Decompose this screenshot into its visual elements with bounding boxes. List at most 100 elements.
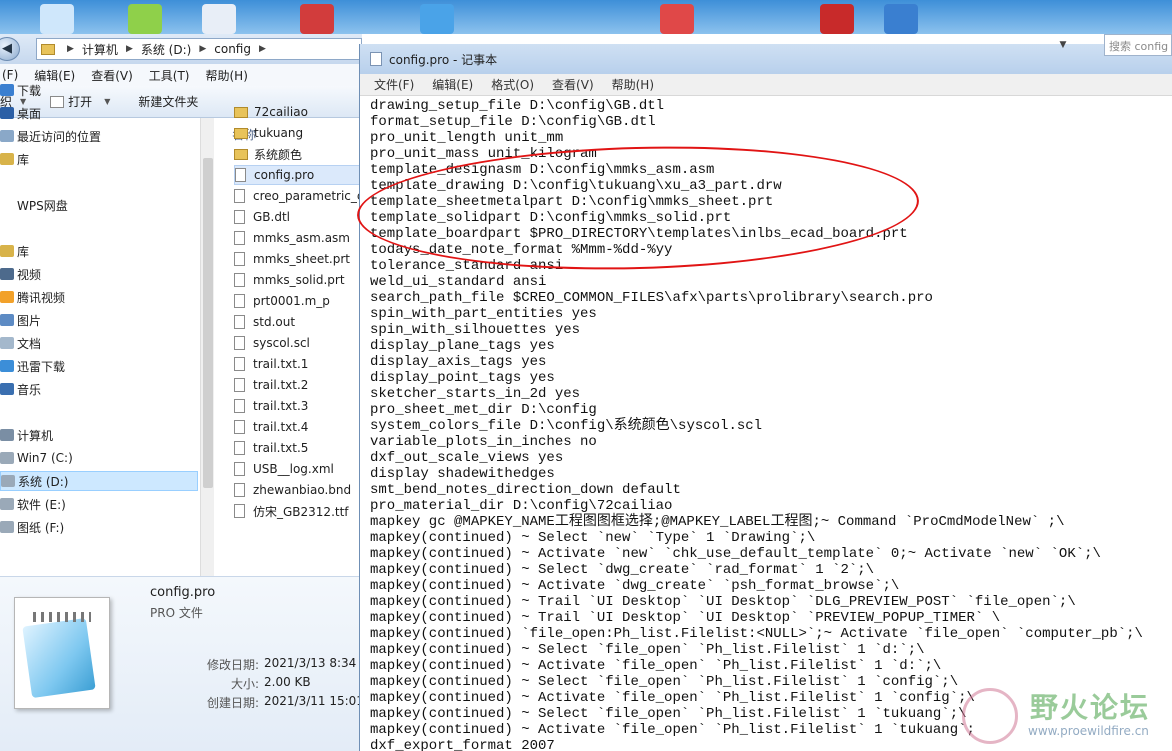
notepad-icon <box>370 52 382 66</box>
nav-item[interactable]: 文档 <box>0 333 41 353</box>
text-line: tolerance_standard ansi <box>370 258 564 274</box>
nav-item[interactable]: 最近访问的位置 <box>0 126 101 146</box>
open-button[interactable]: 打开 <box>68 93 92 110</box>
menu-format[interactable]: 格式(O) <box>491 76 534 93</box>
scrollbar-thumb[interactable] <box>203 158 213 488</box>
desktop-shortcut-icon[interactable] <box>884 4 918 34</box>
desktop-shortcut-icon[interactable] <box>820 4 854 34</box>
chevron-down-icon[interactable]: ▼ <box>104 97 110 106</box>
nav-item[interactable]: 腾讯视频 <box>0 287 65 307</box>
file-row[interactable]: USB__log.xml <box>234 459 362 479</box>
drive-icon <box>0 452 14 464</box>
text-line: search_path_file $CREO_COMMON_FILES\afx\… <box>370 290 933 306</box>
file-row[interactable]: zhewanbiao.bnd <box>234 480 362 500</box>
nav-item-label: 图片 <box>17 313 42 328</box>
address-bar[interactable]: ▶ 计算机 ▶ 系统 (D:) ▶ config ▶ <box>36 38 362 60</box>
chevron-right-icon[interactable]: ▶ <box>63 44 78 54</box>
file-row[interactable]: trail.txt.4 <box>234 417 362 437</box>
menu-view[interactable]: 查看(V) <box>91 67 133 84</box>
nav-item[interactable]: 系统 (D:) <box>0 471 198 491</box>
file-name: syscol.scl <box>253 336 310 350</box>
file-row[interactable]: mmks_sheet.prt <box>234 249 362 269</box>
file-row[interactable]: config.pro <box>234 165 362 185</box>
new-folder-button[interactable]: 新建文件夹 <box>138 93 198 110</box>
text-line: mapkey(continued) ~ Activate `file_open`… <box>370 722 975 738</box>
text-line: weld_ui_standard ansi <box>370 274 547 290</box>
file-name: tukuang <box>254 126 304 140</box>
file-row[interactable]: syscol.scl <box>234 333 362 353</box>
search-input[interactable]: 搜索 config <box>1104 34 1172 56</box>
breadcrumb-config[interactable]: config <box>210 42 255 56</box>
chevron-right-icon[interactable]: ▶ <box>122 44 137 54</box>
navigation-pane: 下载 桌面 最近访问的位置库 WPS网盘库视频 腾讯视频 图片 文档 迅雷下载 音乐 计算机 Win… <box>0 84 200 576</box>
folder-icon <box>234 148 248 160</box>
chevron-down-icon[interactable]: ▼ <box>1056 36 1070 54</box>
file-name: USB__log.xml <box>253 462 334 476</box>
nav-item[interactable]: Win7 (C:) <box>0 448 73 468</box>
back-button[interactable]: ◀ <box>0 37 20 61</box>
desktop-shortcut-icon[interactable] <box>300 4 334 34</box>
menu-help[interactable]: 帮助(H) <box>612 76 654 93</box>
recent-places-icon <box>0 130 14 142</box>
desktop-shortcut-icon[interactable] <box>128 4 162 34</box>
text-line: smt_bend_notes_direction_down default <box>370 482 681 498</box>
file-list: 名称 72cailiaotukuang系统颜色config.procreo_pa… <box>214 105 362 576</box>
text-line: spin_with_silhouettes yes <box>370 322 581 338</box>
nav-item[interactable]: 图片 <box>0 310 41 330</box>
file-icon <box>234 231 245 245</box>
breadcrumb-computer[interactable]: 计算机 <box>78 41 122 58</box>
nav-scrollbar[interactable] <box>200 118 214 576</box>
file-row[interactable]: 72cailiao <box>234 102 362 122</box>
file-icon <box>234 483 245 497</box>
file-icon <box>234 357 245 371</box>
nav-item[interactable]: 软件 (E:) <box>0 494 66 514</box>
details-created-label: 创建日期: <box>207 696 260 710</box>
nav-item[interactable]: 下载 <box>0 80 41 100</box>
menu-view[interactable]: 查看(V) <box>552 76 594 93</box>
text-line: pro_unit_length unit_mm <box>370 130 564 146</box>
nav-item[interactable]: WPS网盘 <box>0 195 68 215</box>
nav-item-label: 库 <box>17 244 30 259</box>
documents-icon <box>0 337 14 349</box>
chevron-right-icon[interactable]: ▶ <box>195 44 210 54</box>
file-name: trail.txt.5 <box>253 441 309 455</box>
desktop-shortcut-icon[interactable] <box>660 4 694 34</box>
nav-item[interactable]: 库 <box>0 241 29 261</box>
desktop-shortcut-icon[interactable] <box>202 4 236 34</box>
nav-item[interactable]: 桌面 <box>0 103 41 123</box>
nav-item[interactable]: 视频 <box>0 264 41 284</box>
file-row[interactable]: GB.dtl <box>234 207 362 227</box>
file-row[interactable]: trail.txt.2 <box>234 375 362 395</box>
text-editor[interactable]: drawing_setup_file D:\config\GB.dtl forma… <box>370 98 1170 751</box>
window-title: config.pro - 记事本 <box>389 52 498 67</box>
file-row[interactable]: prt0001.m_p <box>234 291 362 311</box>
desktop-shortcut-icon[interactable] <box>420 4 454 34</box>
nav-item[interactable]: 计算机 <box>0 425 53 445</box>
file-row[interactable]: mmks_asm.asm <box>234 228 362 248</box>
text-line: todays_date_note_format %Mmm-%dd-%yy <box>370 242 673 258</box>
details-size: 2.00 KB <box>264 675 311 689</box>
file-icon <box>234 378 245 392</box>
file-row[interactable]: trail.txt.3 <box>234 396 362 416</box>
desktop-shortcut-icon[interactable] <box>40 4 74 34</box>
menu-help[interactable]: 帮助(H) <box>206 67 248 84</box>
nav-item[interactable]: 迅雷下载 <box>0 356 65 376</box>
file-row[interactable]: 系统颜色 <box>234 144 362 164</box>
file-row[interactable]: creo_parametric_c <box>234 186 362 206</box>
file-row[interactable]: std.out <box>234 312 362 332</box>
file-row[interactable]: tukuang <box>234 123 362 143</box>
nav-item[interactable]: 音乐 <box>0 379 41 399</box>
menu-file[interactable]: 文件(F) <box>374 76 414 93</box>
file-row[interactable]: 仿宋_GB2312.ttf <box>234 501 362 521</box>
menu-tools[interactable]: 工具(T) <box>149 67 190 84</box>
menu-edit[interactable]: 编辑(E) <box>432 76 473 93</box>
file-row[interactable]: trail.txt.1 <box>234 354 362 374</box>
file-row[interactable]: trail.txt.5 <box>234 438 362 458</box>
text-line: template_boardpart $PRO_DIRECTORY\templa… <box>370 226 908 242</box>
nav-item-label: 系统 (D:) <box>18 474 69 489</box>
breadcrumb-drive-d[interactable]: 系统 (D:) <box>137 41 195 58</box>
nav-item[interactable]: 库 <box>0 149 29 169</box>
file-row[interactable]: mmks_solid.prt <box>234 270 362 290</box>
nav-item[interactable]: 图纸 (F:) <box>0 517 64 537</box>
chevron-right-icon[interactable]: ▶ <box>255 44 270 54</box>
